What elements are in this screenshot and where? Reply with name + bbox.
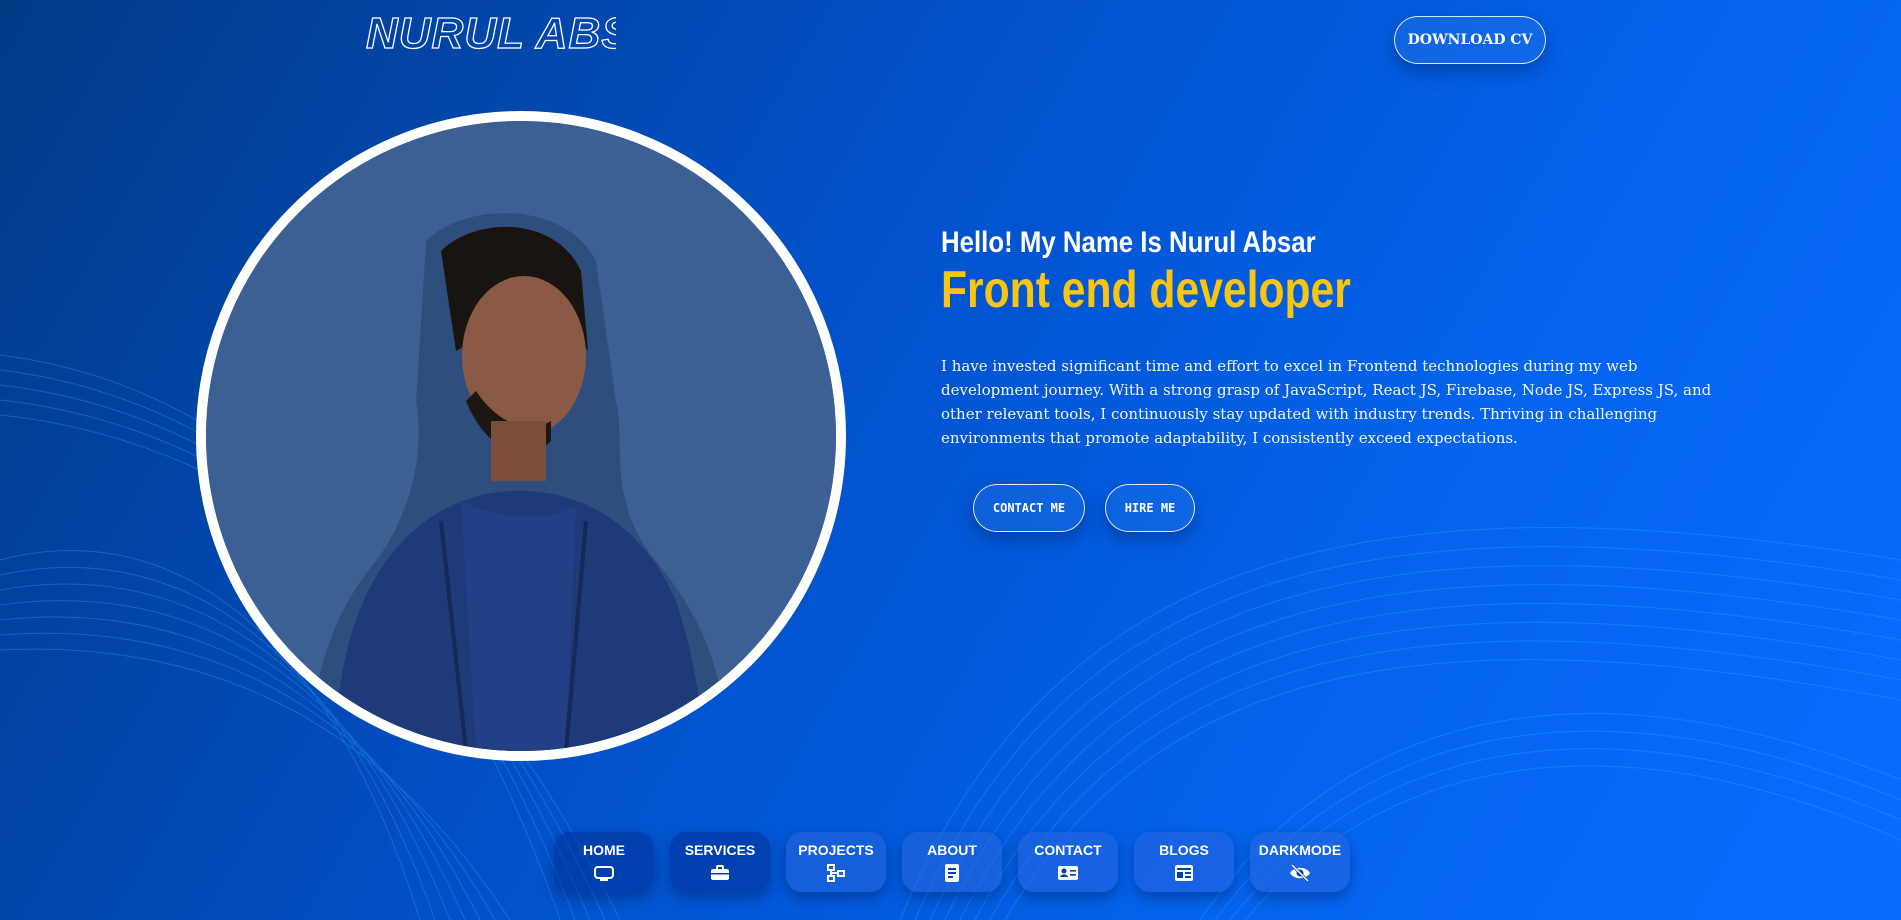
hero-greeting: Hello! My Name Is Nurul Absar (941, 226, 1316, 259)
newspaper-icon (1173, 863, 1195, 883)
hire-me-button[interactable]: HIRE ME (1105, 484, 1195, 532)
contact-card-icon (1057, 863, 1079, 883)
nav-about[interactable]: ABOUT (902, 832, 1002, 892)
nav-label: HOME (583, 842, 625, 858)
nav-label: BLOGS (1159, 842, 1209, 858)
person-illustration (206, 121, 836, 751)
hero-actions: CONTACT ME HIRE ME (973, 484, 1195, 532)
nav-blogs[interactable]: BLOGS (1134, 832, 1234, 892)
nav-contact[interactable]: CONTACT (1018, 832, 1118, 892)
nav-home[interactable]: HOME (554, 832, 654, 892)
profile-photo (196, 111, 846, 761)
document-icon (941, 863, 963, 883)
hero-bio: I have invested significant time and eff… (941, 357, 1712, 447)
site-logo[interactable]: NURUL ABSAR (365, 8, 697, 58)
download-cv-button[interactable]: DOWNLOAD CV (1394, 16, 1546, 64)
nav-label: CONTACT (1034, 842, 1102, 858)
monitor-icon (593, 863, 615, 883)
nav-label: DARKMODE (1258, 842, 1342, 858)
nav-projects[interactable]: PROJECTS (786, 832, 886, 892)
nav-darkmode[interactable]: DARKMODE (1250, 832, 1350, 892)
hero-role: Front end developer (941, 261, 1351, 319)
nav-label: SERVICES (684, 842, 756, 858)
nav-services[interactable]: SERVICES (670, 832, 770, 892)
bottom-navigation: HOME SERVICES PROJECTS ABOUT CONTACT BLO… (554, 832, 1350, 892)
logo-text: NURUL ABSAR (366, 9, 616, 56)
nav-label: PROJECTS (798, 842, 874, 858)
contact-me-button[interactable]: CONTACT ME (973, 484, 1085, 532)
nav-label: ABOUT (927, 842, 977, 858)
hero-intro: Hello! My Name Is Nurul Absar Front end … (941, 226, 1721, 450)
sitemap-icon (825, 863, 847, 883)
eye-slash-icon (1289, 863, 1311, 883)
briefcase-icon (709, 863, 731, 883)
